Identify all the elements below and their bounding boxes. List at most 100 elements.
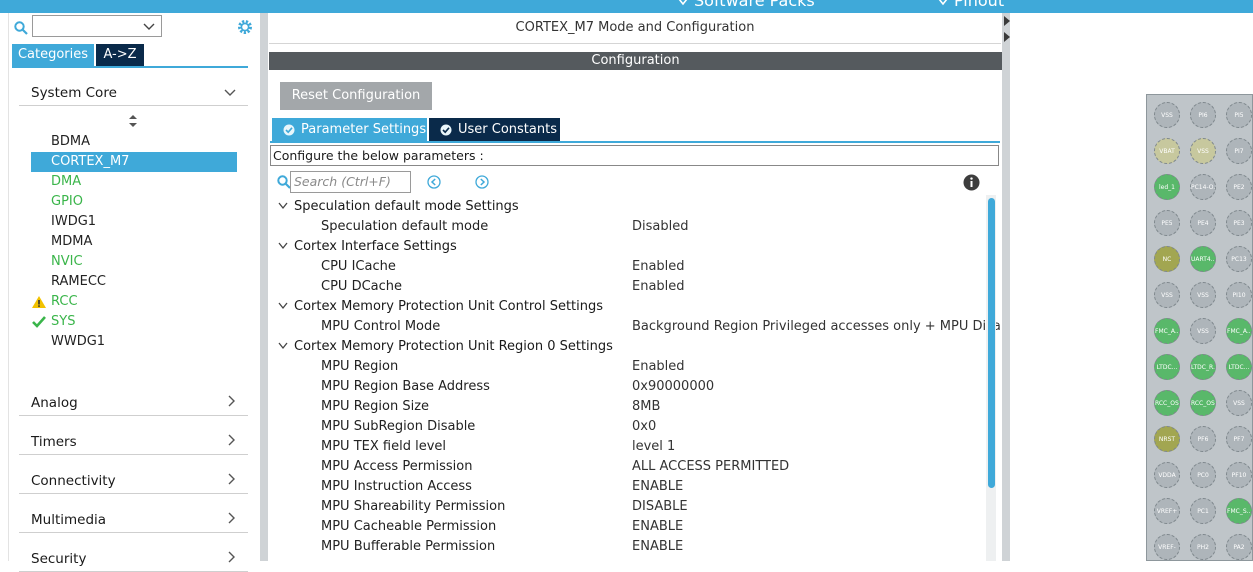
parameter-value[interactable]: ALL ACCESS PERMITTED [632,457,789,477]
chip-pin[interactable]: PC14-O... [1190,174,1216,200]
chip-pin[interactable]: VBAT [1154,138,1180,164]
chip-pin[interactable]: FMC_S... [1226,498,1252,524]
sort-icon[interactable] [127,114,139,128]
reset-configuration-button[interactable]: Reset Configuration [280,82,432,110]
parameter-name[interactable]: MPU Cacheable Permission [321,517,496,537]
chip-pin[interactable]: LTDC... [1226,354,1252,380]
category-system-core[interactable]: System Core [19,75,248,106]
parameter-name[interactable]: CPU DCache [321,277,402,297]
parameter-name[interactable]: MPU Region [321,357,398,377]
peripheral-item[interactable]: MDMA [31,232,237,252]
parameter-value[interactable]: ENABLE [632,477,683,497]
parameter-name[interactable]: MPU Shareability Permission [321,497,505,517]
chip-pin[interactable]: FMC_A... [1226,318,1252,344]
left-splitter[interactable] [260,13,268,561]
chip-pin[interactable]: PF10 [1226,462,1252,488]
parameter-value[interactable]: level 1 [632,437,675,457]
chip-pin[interactable]: VSS [1190,318,1216,344]
parameter-value[interactable]: 0x90000000 [632,377,714,397]
parameter-value[interactable]: ENABLE [632,537,683,557]
chip-pin[interactable]: NRST [1154,426,1180,452]
parameter-search-input[interactable]: Search (Ctrl+F) [290,171,411,193]
chip-pin[interactable]: NC [1154,246,1180,272]
category-analog[interactable]: Analog [19,385,248,416]
chip-pin[interactable]: PI10 [1226,282,1252,308]
chip-pin[interactable]: PC13 [1226,246,1252,272]
chip-pin[interactable]: VDDA [1154,462,1180,488]
category-timers[interactable]: Timers [19,424,248,455]
chip-pin[interactable]: RCC_OS... [1154,390,1180,416]
chip-pin[interactable]: PE2 [1226,174,1252,200]
peripheral-item[interactable]: DMA [31,172,237,192]
search-icon[interactable] [14,21,28,35]
chip-pin[interactable]: PF7 [1226,426,1252,452]
chip-pin[interactable]: PI7 [1226,138,1252,164]
tab-parameter-settings[interactable]: Parameter Settings [272,118,427,142]
peripheral-item[interactable]: CORTEX_M7 [31,152,237,172]
category-multimedia[interactable]: Multimedia [19,502,248,533]
parameter-name[interactable]: MPU Access Permission [321,457,472,477]
chip-pin[interactable]: RCC_OS... [1190,390,1216,416]
peripheral-item[interactable]: SYS [31,312,237,332]
tab-a-z[interactable]: A->Z [96,44,144,66]
chip-pin[interactable]: LTDC... [1154,354,1180,380]
chip-pin[interactable]: PE4 [1190,210,1216,236]
parameter-name[interactable]: MPU Region Size [321,397,429,417]
right-splitter[interactable] [1002,13,1010,561]
pinout-menu[interactable]: Pinout [938,0,1004,10]
software-packs-menu[interactable]: Software Packs [678,0,815,10]
chip-pin[interactable]: PE3 [1226,210,1252,236]
chip-pin[interactable]: VREF- [1154,534,1180,560]
parameter-value[interactable]: Enabled [632,257,685,277]
chip-pin[interactable]: PI6 [1190,102,1216,128]
chip-pin[interactable]: VSS [1190,138,1216,164]
chip-pin[interactable]: UART4... [1190,246,1216,272]
chip-pin[interactable]: VSS [1154,102,1180,128]
peripheral-item[interactable]: GPIO [31,192,237,212]
chip-pin[interactable]: PF6 [1190,426,1216,452]
chip-pin[interactable]: PC0 [1190,462,1216,488]
peripheral-item[interactable]: WWDG1 [31,332,237,352]
parameter-value[interactable]: 0x0 [632,417,656,437]
tab-user-constants[interactable]: User Constants [429,118,560,142]
peripheral-item[interactable]: IWDG1 [31,212,237,232]
search-icon[interactable] [277,175,291,189]
parameter-value[interactable]: DISABLE [632,497,688,517]
parameter-name[interactable]: Speculation default mode [321,217,488,237]
parameter-name[interactable]: MPU Bufferable Permission [321,537,495,557]
gear-icon[interactable] [236,18,254,36]
parameter-name[interactable]: MPU Region Base Address [321,377,490,397]
chip-pin[interactable]: LTDC_R... [1190,354,1216,380]
info-icon[interactable] [963,174,980,191]
parameter-value[interactable]: 8MB [632,397,660,417]
chip-pin[interactable]: led_1 [1154,174,1180,200]
parameter-value[interactable]: Background Region Privileged accesses on… [632,317,1013,337]
parameter-name[interactable]: MPU Instruction Access [321,477,472,497]
peripheral-item[interactable]: RAMECC [31,272,237,292]
chip-pin[interactable]: VSS [1226,390,1252,416]
category-security[interactable]: Security [19,541,248,572]
parameter-name[interactable]: MPU Control Mode [321,317,440,337]
chip-pin[interactable]: VSS [1154,282,1180,308]
parameter-name[interactable]: CPU ICache [321,257,396,277]
chip-pin[interactable]: PE5 [1154,210,1180,236]
chip-pin[interactable]: PI5 [1226,102,1252,128]
previous-result-icon[interactable] [427,175,441,189]
peripheral-item[interactable]: BDMA [31,132,237,152]
peripheral-item[interactable]: RCC [31,292,237,312]
parameter-name[interactable]: MPU SubRegion Disable [321,417,475,437]
category-search-dropdown[interactable] [32,15,162,37]
parameter-value[interactable]: Disabled [632,217,688,237]
parameter-value[interactable]: Enabled [632,357,685,377]
chip-pin[interactable]: VSS [1190,282,1216,308]
chip-pin[interactable]: VREF+ [1154,498,1180,524]
chip-pin[interactable]: PH2 [1190,534,1216,560]
chip-pin[interactable]: PA2 [1226,534,1252,560]
category-connectivity[interactable]: Connectivity [19,463,248,494]
tab-categories[interactable]: Categories [12,44,94,66]
parameter-name[interactable]: MPU TEX field level [321,437,446,457]
scrollbar-thumb[interactable] [988,198,995,488]
parameter-value[interactable]: ENABLE [632,517,683,537]
next-result-icon[interactable] [475,175,489,189]
chip-pin[interactable]: PC1 [1190,498,1216,524]
